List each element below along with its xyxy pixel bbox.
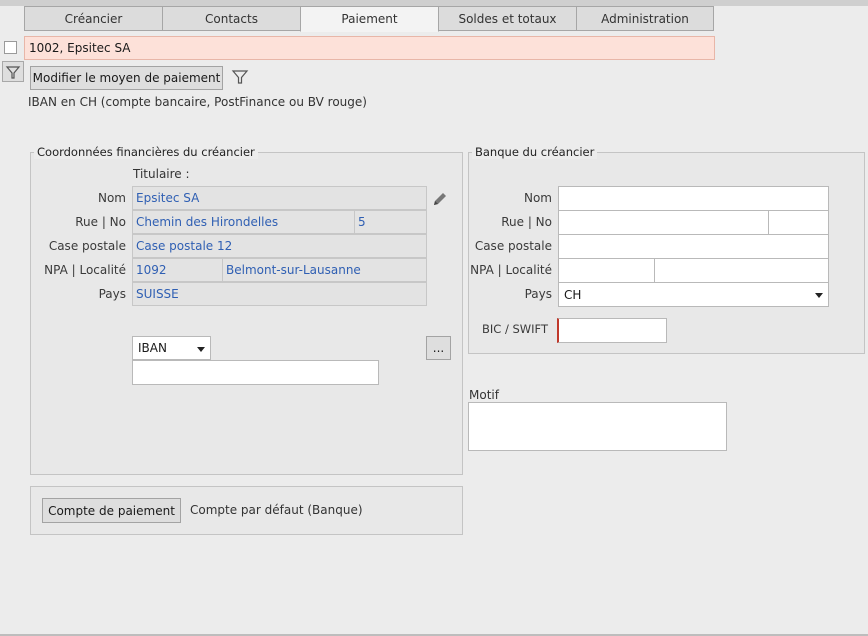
tab-paiement[interactable]: Paiement [300,6,439,32]
payment-account-button-label: Compte de paiement [48,503,175,518]
creditor-title: 1002, Epsitec SA [29,41,131,55]
bank-country-label: Pays [524,287,552,301]
holder-street-no-field: 5 [354,210,427,234]
tab-bar: Créancier Contacts Paiement Soldes et to… [24,6,714,32]
holder-street-value: Chemin des Hirondelles [136,215,279,229]
bank-group-title: Banque du créancier [472,145,598,159]
tab-contacts[interactable]: Contacts [162,6,301,31]
holder-street-no-value: 5 [358,215,366,229]
holder-pobox-value: Case postale 12 [136,239,233,253]
bank-npa-input[interactable] [558,258,655,283]
motif-textarea[interactable] [468,402,727,451]
bank-pobox-input[interactable] [558,234,829,259]
iban-input[interactable] [132,360,379,385]
account-type-select[interactable]: IBAN [132,336,211,360]
bic-input[interactable] [557,318,667,343]
filter-icon[interactable] [231,68,249,86]
bank-street-label: Rue | No [501,215,552,229]
bank-name-input[interactable] [558,186,829,211]
bank-pobox-label: Case postale [474,239,552,253]
holder-city-field: Belmont-sur-Lausanne [222,258,427,282]
more-options-button[interactable]: ... [426,336,451,360]
filter-toggle-button[interactable] [2,61,24,82]
country-label: Pays [98,287,126,301]
street-label: Rue | No [75,215,126,229]
tab-administration[interactable]: Administration [576,6,714,31]
holder-street-field: Chemin des Hirondelles [132,210,355,234]
bank-country-value: CH [564,287,582,302]
holder-npa-value: 1092 [136,263,167,277]
holder-city-value: Belmont-sur-Lausanne [226,263,361,277]
holder-pobox-field: Case postale 12 [132,234,427,258]
motif-label: Motif [469,388,499,402]
financial-group-title: Coordonnées financières du créancier [34,145,258,159]
tab-creancier[interactable]: Créancier [24,6,163,31]
more-options-label: ... [432,341,445,355]
bank-street-input[interactable] [558,210,769,235]
select-checkbox[interactable] [4,41,17,54]
holder-name-value: Epsitec SA [136,191,200,205]
payment-method-description: IBAN en CH (compte bancaire, PostFinance… [28,95,367,109]
holder-country-value: SUISSE [136,287,179,301]
bank-name-label: Nom [523,191,552,205]
bank-city-input[interactable] [654,258,829,283]
bank-street-no-input[interactable] [768,210,829,235]
holder-npa-field: 1092 [132,258,223,282]
change-payment-method-button[interactable]: Modifier le moyen de paiement [30,66,223,90]
payment-account-button[interactable]: Compte de paiement [42,498,181,523]
chevron-down-icon [197,347,205,352]
name-label: Nom [97,191,126,205]
pobox-label: Case postale [48,239,126,253]
holder-label: Titulaire : [133,167,190,181]
change-payment-method-label: Modifier le moyen de paiement [32,71,221,85]
filter-icon [5,66,21,79]
bic-label: BIC / SWIFT [482,322,548,336]
bank-country-select[interactable]: CH [558,282,829,307]
tab-soldes-totaux[interactable]: Soldes et totaux [438,6,577,31]
npa-city-label: NPA | Localité [44,263,126,277]
holder-country-field: SUISSE [132,282,427,306]
creditor-title-bar: 1002, Epsitec SA [24,36,715,60]
bank-npa-city-label: NPA | Localité [470,263,552,277]
account-type-value: IBAN [138,341,167,355]
pencil-icon[interactable] [431,190,449,208]
chevron-down-icon [815,293,823,298]
payment-account-value: Compte par défaut (Banque) [190,503,363,517]
holder-name-field: Epsitec SA [132,186,427,210]
